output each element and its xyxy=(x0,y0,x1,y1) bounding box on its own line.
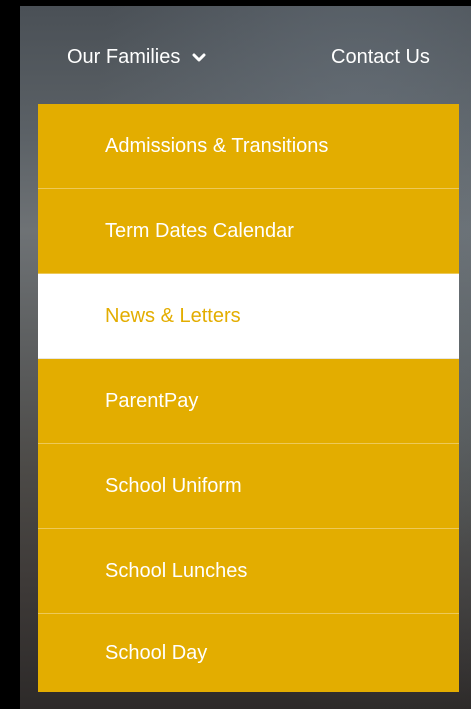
menu-item-school-lunches[interactable]: School Lunches xyxy=(38,529,459,614)
menu-item-news-letters[interactable]: News & Letters xyxy=(38,274,459,359)
main-navigation: Our Families Contact Us xyxy=(20,6,471,102)
nav-item-our-families[interactable]: Our Families xyxy=(67,46,206,69)
menu-item-parentpay[interactable]: ParentPay xyxy=(38,359,459,444)
nav-item-contact-us[interactable]: Contact Us xyxy=(331,46,430,69)
nav-item-label: Contact Us xyxy=(331,46,430,68)
our-families-dropdown-menu: Admissions & Transitions Term Dates Cale… xyxy=(38,104,459,692)
menu-item-school-uniform[interactable]: School Uniform xyxy=(38,444,459,529)
menu-item-label: School Uniform xyxy=(105,474,242,497)
menu-item-label: School Day xyxy=(105,641,208,664)
chevron-down-icon xyxy=(192,53,206,61)
menu-item-label: Term Dates Calendar xyxy=(105,219,294,242)
menu-item-term-dates-calendar[interactable]: Term Dates Calendar xyxy=(38,189,459,274)
menu-item-label: Admissions & Transitions xyxy=(105,134,329,157)
menu-item-label: School Lunches xyxy=(105,559,248,582)
page: Our Families Contact Us Admissions & Tra… xyxy=(0,0,471,709)
nav-item-label: Our Families xyxy=(67,46,181,68)
menu-item-school-day[interactable]: School Day xyxy=(38,614,459,692)
menu-item-label: ParentPay xyxy=(105,389,199,412)
menu-item-admissions-transitions[interactable]: Admissions & Transitions xyxy=(38,104,459,189)
menu-item-label: News & Letters xyxy=(105,304,241,327)
